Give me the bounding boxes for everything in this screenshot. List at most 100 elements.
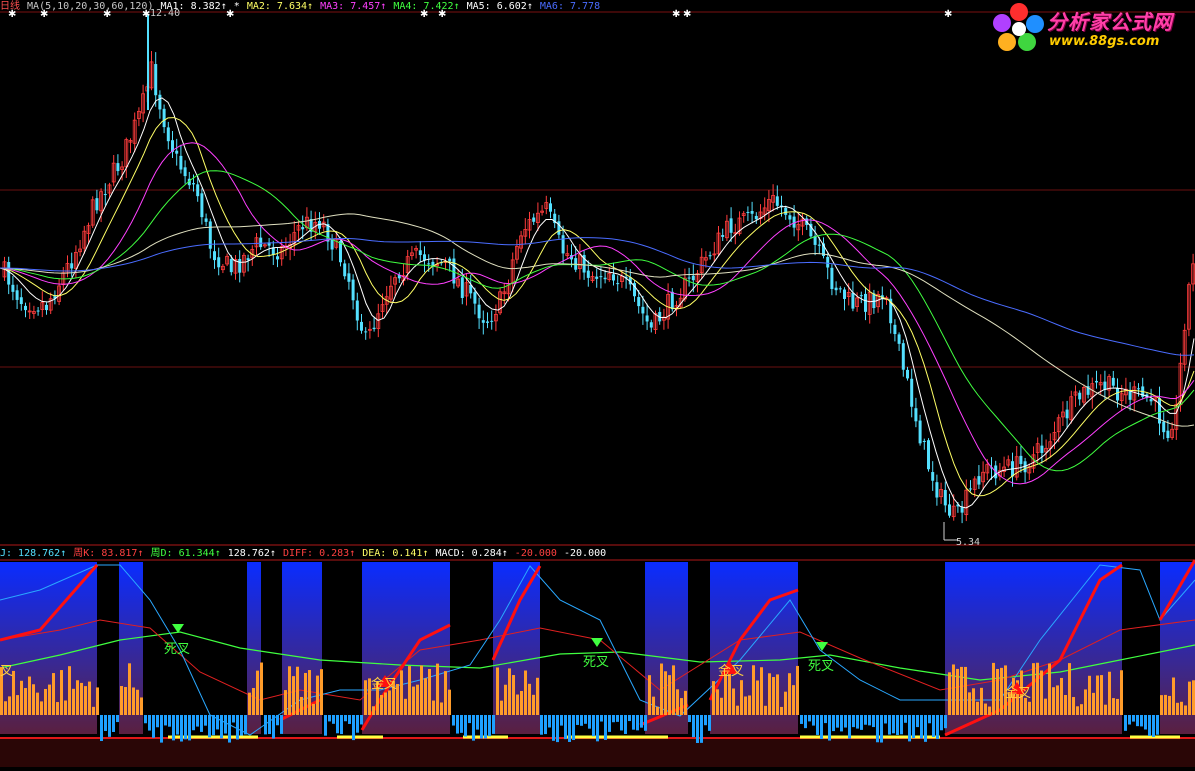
macd-bar-pos xyxy=(528,683,531,715)
macd-bar-pos xyxy=(764,705,767,715)
macd-bar-neg xyxy=(476,715,479,730)
candle-down xyxy=(729,218,733,233)
macd-bar-pos xyxy=(656,706,659,715)
candle-down xyxy=(931,472,935,481)
macd-bar-pos xyxy=(88,681,91,715)
macd-bar-neg xyxy=(152,715,155,738)
macd-bar-pos xyxy=(320,669,323,715)
macd-bar-pos xyxy=(720,697,723,715)
macd-bar-pos xyxy=(956,668,959,715)
candle-down xyxy=(200,193,204,218)
macd-bar-pos xyxy=(736,705,739,715)
macd-bar-neg xyxy=(616,715,619,722)
period-label[interactable]: 日线 xyxy=(0,1,20,12)
j-value: J: 128.762↑ xyxy=(0,548,67,559)
candle-down xyxy=(418,250,422,256)
macd-bar-neg xyxy=(592,715,595,737)
macd-bar-neg xyxy=(184,715,187,740)
macd-bar-neg xyxy=(332,715,335,724)
macd-bar-neg xyxy=(1148,715,1151,736)
macd-bar-pos xyxy=(44,688,47,715)
macd-bar-pos xyxy=(1112,698,1115,715)
candle-down xyxy=(918,420,922,444)
stock-chart-window[interactable]: ✱ ✱ ✱ ✱ ✱ ✱ ✱ ✱ ✱ ✱ 日线 MA(5,10,20,30,60,120) MA1:… xyxy=(0,0,1195,767)
candle-down xyxy=(897,334,901,344)
flower-logo-icon xyxy=(993,3,1044,51)
macd-bar-pos xyxy=(372,706,375,715)
candle-down xyxy=(196,184,200,197)
candle-down xyxy=(1166,430,1170,439)
macd-bar-pos xyxy=(1044,698,1047,715)
site-logo[interactable]: 分析家公式网 www.88gs.com xyxy=(993,2,1193,52)
macd-bar-pos xyxy=(796,665,799,715)
macd-bar-pos xyxy=(1036,662,1039,715)
candle-down xyxy=(893,324,897,335)
macd-bar-pos xyxy=(408,666,411,715)
macd-bar-pos xyxy=(1164,694,1167,715)
ma4-value: MA4: 7.422↑ xyxy=(393,1,460,12)
macd-bar-pos xyxy=(304,672,307,715)
candle-down xyxy=(238,258,242,273)
macd-bar-pos xyxy=(436,663,439,715)
macd-bar-pos xyxy=(1168,695,1171,715)
ma-line-1 xyxy=(0,97,1195,509)
weekly-d-value: 周D: 61.344↑ xyxy=(150,548,221,559)
macd-bar-pos xyxy=(676,689,679,715)
macd-bar-pos xyxy=(20,680,23,715)
candle-down xyxy=(166,127,170,142)
macd-bar-pos xyxy=(404,698,407,715)
macd-bar-neg xyxy=(564,715,567,740)
macd-bar-pos xyxy=(140,697,143,715)
moving-average-lines xyxy=(0,97,1195,509)
macd-bar-neg xyxy=(944,715,947,729)
macd-bar-pos xyxy=(984,703,987,715)
candle-down xyxy=(154,64,158,96)
macd-bar-neg xyxy=(144,715,147,724)
macd-bar-pos xyxy=(52,673,55,715)
macd-bar-neg xyxy=(176,715,179,735)
macd-bar-neg xyxy=(812,715,815,726)
macd-bar-neg xyxy=(224,715,227,734)
candle-down xyxy=(687,277,691,279)
candle-down xyxy=(754,215,758,220)
macd-bar-neg xyxy=(340,715,343,735)
macd-bar-neg xyxy=(932,715,935,737)
macd-bar-pos xyxy=(1072,697,1075,715)
macd-bar-pos xyxy=(732,688,735,715)
macd-bar-neg xyxy=(852,715,855,728)
candle-down xyxy=(19,297,23,305)
macd-bar-neg xyxy=(1136,715,1139,727)
macd-bar-pos xyxy=(1032,663,1035,715)
macd-bar-pos xyxy=(1000,667,1003,715)
candle-down xyxy=(1111,377,1115,386)
macd-bar-neg xyxy=(552,715,555,741)
macd-bar-neg xyxy=(848,715,851,739)
ma-line-2 xyxy=(0,117,1195,497)
macd-bar-neg xyxy=(816,715,819,735)
macd-bar-neg xyxy=(688,715,691,723)
macd-bar-neg xyxy=(540,715,543,735)
macd-bar-pos xyxy=(16,695,19,715)
macd-bar-pos xyxy=(440,702,443,715)
candle-down xyxy=(1103,381,1107,390)
macd-bar-pos xyxy=(136,689,139,715)
macd-bar-neg xyxy=(544,715,547,735)
candle-down xyxy=(36,310,40,312)
candle-down xyxy=(649,322,653,328)
candle-down xyxy=(179,155,183,170)
macd-bar-neg xyxy=(644,715,647,731)
macd-bar-pos xyxy=(1060,677,1063,715)
macd-bar-pos xyxy=(72,688,75,715)
macd-bar-pos xyxy=(648,675,651,715)
macd-bar-pos xyxy=(752,665,755,715)
macd-bar-pos xyxy=(1092,692,1095,715)
candle-down xyxy=(246,258,250,261)
macd-bar-neg xyxy=(624,715,627,734)
logo-url[interactable]: www.88gs.com xyxy=(1049,34,1159,49)
death-cross-label-3: 死叉 xyxy=(808,659,835,674)
candle-down xyxy=(158,94,162,110)
macd-bar-pos xyxy=(24,688,27,715)
candle-down xyxy=(1040,445,1044,453)
macd-bar-neg xyxy=(828,715,831,741)
weekly-k-value: 周K: 83.817↑ xyxy=(73,548,144,559)
